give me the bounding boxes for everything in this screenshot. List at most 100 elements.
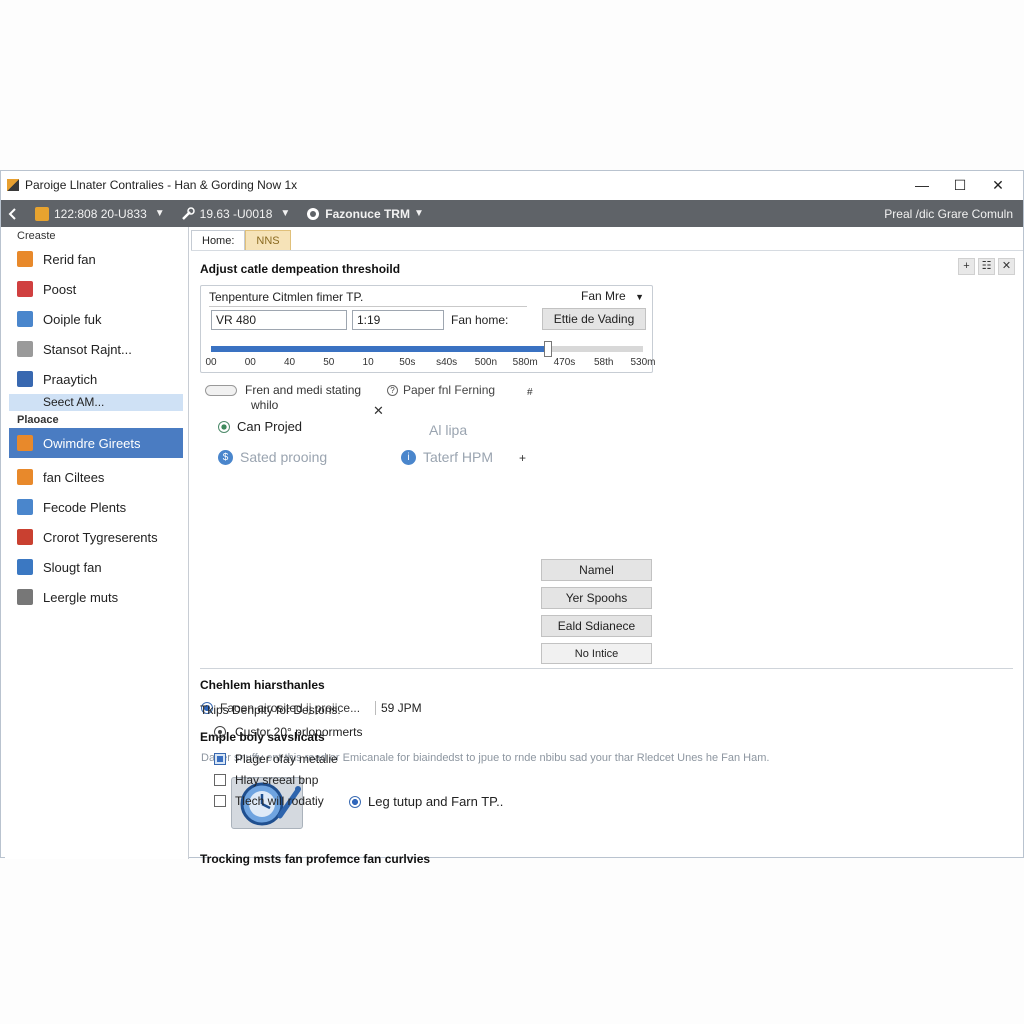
- paper-option[interactable]: ? Paper fnl Ferning: [387, 383, 495, 397]
- yer-spoohs-button[interactable]: Yer Spoohs: [541, 587, 652, 609]
- toggle-option[interactable]: Fren and medi stating: [205, 383, 361, 397]
- leg-tutup-option[interactable]: Leg tutup and Farn TP..: [349, 794, 503, 809]
- alert-red-icon: [17, 529, 33, 545]
- sidebar-item-label: Fecode Plents: [43, 499, 127, 515]
- chevron-down-icon: ▼: [635, 292, 644, 302]
- faded-label-1-text: Al lipa: [429, 422, 468, 438]
- slider-tick-label: 580m: [512, 357, 538, 368]
- tracking-checkbox-row[interactable]: Hlay sreeal bnp: [214, 773, 318, 787]
- toolbar-right-label[interactable]: Preal /dic Grare Comuln: [884, 207, 1013, 221]
- document-red-icon: [17, 281, 33, 297]
- toolbar: 122:808 20-U833 ▼ 19.63 -U0018 ▼ Fazonuc…: [1, 200, 1023, 227]
- fan-home-label: Fan home:: [451, 313, 509, 327]
- threshold-heading: Adjust catle dempeation threshoild: [200, 262, 401, 276]
- fan-mode-dropdown[interactable]: Fan Mre ▼: [581, 289, 644, 303]
- gear-gray-icon: [17, 341, 33, 357]
- sidebar-item-label: Leergle muts: [43, 589, 119, 605]
- no-intice-button[interactable]: No Intice: [541, 643, 652, 664]
- app-logo-icon: [7, 179, 19, 191]
- sidebar-item-top-3[interactable]: Stansot Rajnt...: [5, 334, 188, 364]
- toolbar-item-3[interactable]: Fazonuce TRM ▼: [306, 207, 424, 221]
- sidebar-item-label: Rerid fan: [43, 251, 96, 267]
- radio-button[interactable]: [218, 420, 230, 433]
- toolbar-item-1-label: 122:808 20-U833: [54, 206, 147, 221]
- sidebar-item-top-0[interactable]: Rerid fan: [5, 244, 188, 274]
- fan-mode-label: Fan Mre: [581, 289, 626, 303]
- sidebar-item-top-4[interactable]: Praaytich: [5, 364, 188, 394]
- toggle-switch[interactable]: [205, 384, 237, 396]
- threshold-input-2[interactable]: 1:19: [352, 310, 444, 330]
- grid-button[interactable]: ☷: [978, 258, 995, 275]
- app-window: Paroige Llnater Contralies - Han & Gordi…: [0, 170, 1024, 866]
- disc-gray-icon: [17, 589, 33, 605]
- enable-loading-button[interactable]: Ettie de Vading: [542, 308, 646, 330]
- slider-tick-label: 500n: [474, 357, 498, 368]
- threshold-slider[interactable]: [211, 341, 643, 357]
- label-underline: [209, 306, 527, 307]
- checkbox[interactable]: [214, 795, 226, 807]
- slider-tick-label: 530m: [630, 357, 656, 368]
- close-panel-button[interactable]: ✕: [998, 258, 1015, 275]
- close-orange-icon: [17, 469, 33, 485]
- sated-option[interactable]: $ Sated prooing: [218, 449, 327, 465]
- sidebar-subitem-selected[interactable]: Seect AM...: [9, 394, 183, 411]
- sidebar-item-bottom-2[interactable]: Crorot Tygreserents: [5, 522, 188, 552]
- panel-tools: + ☷ ✕: [958, 258, 1015, 275]
- namel-button[interactable]: Namel: [541, 559, 652, 581]
- eald-sdianece-button[interactable]: Eald Sdianece: [541, 615, 652, 637]
- sidebar-item-active[interactable]: Owimdre Gireets: [9, 428, 183, 458]
- slider-tick-label: 00: [205, 357, 217, 368]
- custor-option[interactable]: Custor 20° prlopormerts: [214, 725, 363, 739]
- chevron-down-icon: ▼: [413, 208, 424, 219]
- wrench-icon: [181, 206, 195, 220]
- toolbar-item-3-label: Fazonuce TRM: [325, 206, 410, 221]
- toolbar-item-2[interactable]: 19.63 -U0018 ▼: [181, 206, 291, 221]
- gauge-icon: [307, 207, 320, 220]
- sidebar-item-bottom-1[interactable]: Fecode Plents: [5, 492, 188, 522]
- sidebar-item-label: Stansot Rajnt...: [43, 341, 132, 357]
- tracking-checkbox-row[interactable]: Tlech will rodatiy: [214, 794, 324, 808]
- taterf-option[interactable]: i Taterf HPM: [401, 449, 493, 465]
- close-option-icon[interactable]: ✕: [373, 403, 384, 419]
- checkbox[interactable]: [214, 774, 226, 786]
- sidebar-item-bottom-4[interactable]: Leergle muts: [5, 582, 188, 612]
- toggle-label-line2: whilo: [251, 398, 279, 412]
- window-title: Paroige Llnater Contralies - Han & Gordi…: [25, 178, 298, 192]
- sidebar-item-bottom-0[interactable]: fan Ciltees: [5, 462, 188, 492]
- radio-button-selected[interactable]: [349, 795, 361, 808]
- radio-button[interactable]: [214, 726, 226, 738]
- toggle-label: Fren and medi stating: [245, 383, 362, 397]
- rpm-value: 59 JPM: [375, 701, 422, 715]
- hash-icon: #: [527, 387, 533, 398]
- slider-tick-label: 50: [323, 357, 335, 368]
- tracking-checkbox-row[interactable]: Plager ofay metalie: [214, 752, 338, 766]
- chevron-down-icon: ▼: [154, 208, 165, 219]
- slider-fill: [211, 346, 548, 352]
- close-button[interactable]: ✕: [979, 171, 1017, 199]
- chart-blue-icon: [17, 499, 33, 515]
- maximize-button[interactable]: ☐: [941, 171, 979, 199]
- add-button[interactable]: +: [958, 258, 975, 275]
- taterf-label: Taterf HPM: [423, 449, 494, 465]
- sidebar-item-top-2[interactable]: Ooiple fuk: [5, 304, 188, 334]
- minimize-button[interactable]: —: [903, 171, 941, 199]
- threshold-input-1[interactable]: VR 480: [211, 310, 347, 330]
- toolbar-item-1[interactable]: 122:808 20-U833 ▼: [35, 206, 165, 221]
- sidebar-item-top-1[interactable]: Poost: [5, 274, 188, 304]
- slider-thumb[interactable]: [543, 341, 552, 357]
- can-projed-option[interactable]: Can Projed: [218, 419, 302, 434]
- temperature-label: Tenpenture Citmlen fimer TP.: [209, 290, 364, 304]
- checkbox[interactable]: [214, 753, 226, 765]
- title-bar[interactable]: Paroige Llnater Contralies - Han & Gordi…: [1, 171, 1023, 199]
- plus-icon[interactable]: +: [519, 451, 526, 465]
- custor-label: Custor 20° prlopormerts: [235, 725, 363, 739]
- tab-nns[interactable]: NNS: [245, 230, 291, 250]
- sidebar-item-bottom-3[interactable]: Slougt fan: [5, 552, 188, 582]
- monitor-blue-icon: [17, 559, 33, 575]
- back-button[interactable]: [7, 207, 19, 220]
- can-projed-label: Can Projed: [237, 419, 303, 434]
- sidebar-item-label: Praaytich: [43, 371, 98, 387]
- chevron-down-icon: ▼: [280, 208, 291, 219]
- tab-home[interactable]: Home:: [191, 230, 246, 250]
- leg-tutup-label: Leg tutup and Farn TP..: [368, 794, 504, 809]
